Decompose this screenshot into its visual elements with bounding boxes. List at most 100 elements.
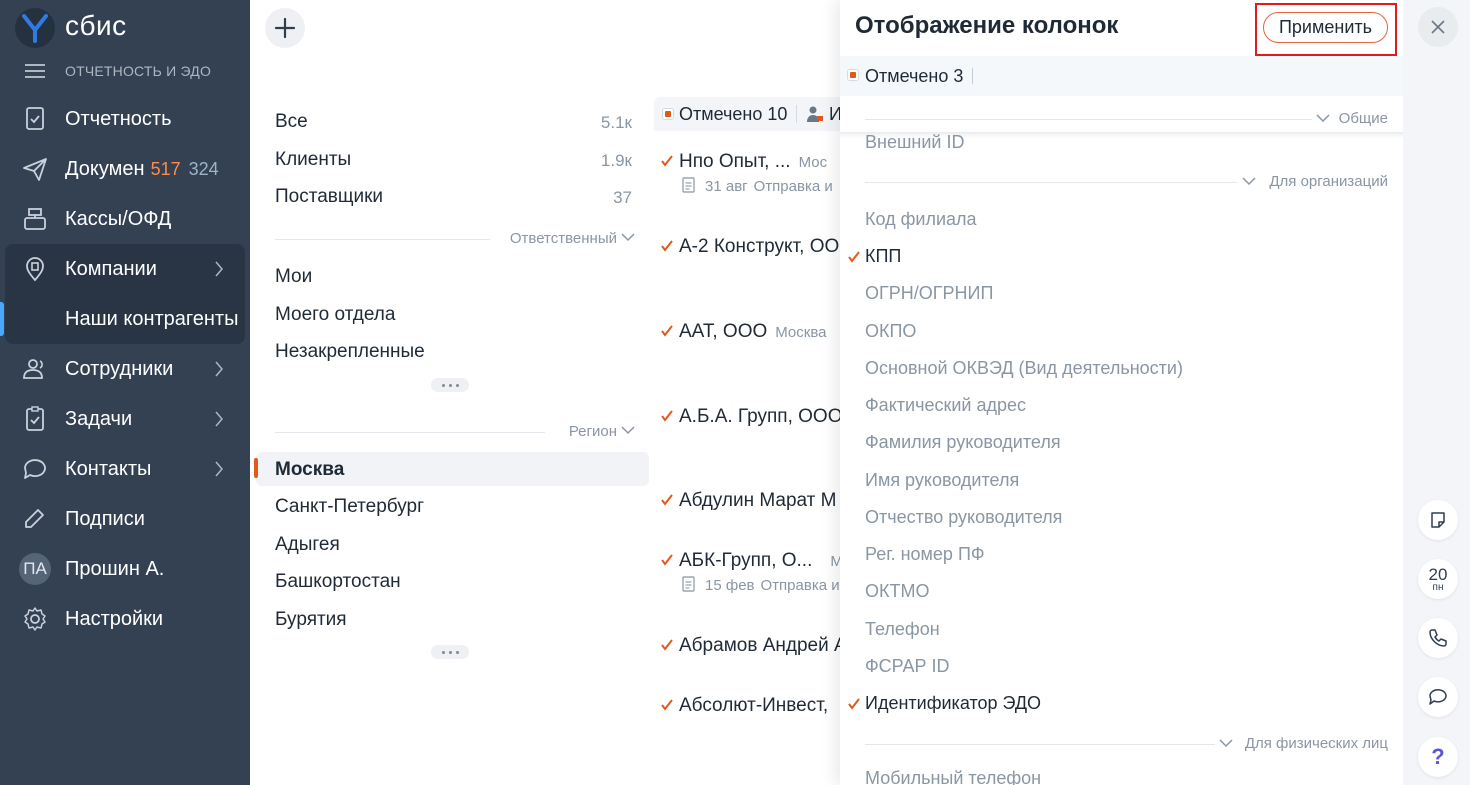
people-icon bbox=[23, 359, 43, 379]
filter-region-buryatia[interactable]: Бурятия bbox=[256, 602, 649, 636]
nav-item-companies[interactable]: Компании bbox=[5, 244, 245, 294]
column-item-edo-id[interactable]: Идентификатор ЭДО bbox=[865, 693, 1041, 714]
filter-region-adygea[interactable]: Адыгея bbox=[256, 527, 649, 561]
filter-all[interactable]: Все 5.1к bbox=[256, 104, 649, 138]
nav-item-reporting[interactable]: Отчетность bbox=[0, 94, 250, 144]
filter-mine[interactable]: Мои bbox=[256, 259, 649, 293]
filter-count: 37 bbox=[613, 188, 632, 207]
chevron-down-icon bbox=[1316, 114, 1330, 123]
row-name: Абсолют-Инвест, bbox=[679, 695, 829, 716]
column-item-head-surname[interactable]: Фамилия руководителя bbox=[865, 432, 1061, 453]
notes-button[interactable] bbox=[1418, 500, 1458, 540]
checkbox-checked-icon[interactable] bbox=[660, 638, 674, 652]
more-dots-icon[interactable] bbox=[431, 378, 469, 392]
apply-button[interactable]: Применить bbox=[1263, 12, 1388, 43]
nav-item-our-contractors[interactable]: Наши контрагенты bbox=[0, 294, 245, 344]
cash-register-icon bbox=[24, 208, 46, 230]
close-icon bbox=[1431, 20, 1445, 34]
filter-my-department[interactable]: Моего отдела bbox=[256, 297, 649, 331]
marked-checkbox[interactable] bbox=[847, 69, 859, 81]
calendar-button[interactable]: 20 пн bbox=[1418, 559, 1458, 599]
nav-item-documents[interactable]: Докумен 517 324 bbox=[0, 144, 250, 194]
checkbox-checked-icon[interactable] bbox=[660, 698, 674, 712]
person-lock-icon[interactable] bbox=[806, 105, 824, 123]
column-item-oktmo[interactable]: ОКТМО bbox=[865, 581, 929, 602]
list-row[interactable]: А.Б.А. Групп, ООО bbox=[654, 406, 844, 434]
group-region[interactable]: Регион bbox=[275, 422, 635, 442]
filter-unassigned[interactable]: Незакрепленные bbox=[256, 334, 649, 368]
group-individuals[interactable]: Для физических лиц bbox=[865, 734, 1388, 754]
menu-burger-icon[interactable] bbox=[25, 64, 45, 78]
sidebar: сбис ОТЧЕТНОСТЬ И ЭДО Отчетность Докумен… bbox=[0, 0, 250, 785]
checkbox-checked-icon[interactable] bbox=[660, 493, 674, 507]
marked-checkbox[interactable] bbox=[662, 108, 674, 120]
chevron-down-icon bbox=[1242, 177, 1256, 186]
filter-region-spb[interactable]: Санкт-Петербург bbox=[256, 489, 649, 523]
help-button[interactable]: ? bbox=[1418, 737, 1458, 777]
sbis-logo-icon[interactable] bbox=[15, 8, 55, 48]
column-item-head-name[interactable]: Имя руководителя bbox=[865, 470, 1019, 491]
column-item-okpo[interactable]: ОКПО bbox=[865, 321, 916, 342]
chat-icon bbox=[24, 459, 46, 479]
filter-label: Санкт-Петербург bbox=[275, 496, 425, 517]
column-item-ogrn[interactable]: ОГРН/ОГРНИП bbox=[865, 283, 993, 304]
filter-label: Поставщики bbox=[275, 186, 384, 207]
column-item-mobile-phone[interactable]: Мобильный телефон bbox=[865, 768, 1041, 785]
chat-button[interactable] bbox=[1418, 677, 1458, 717]
gear-icon bbox=[24, 607, 46, 631]
column-item-kpp[interactable]: КПП bbox=[865, 246, 901, 267]
column-item-pf-number[interactable]: Рег. номер ПФ bbox=[865, 544, 985, 565]
nav-item-tasks[interactable]: Задачи bbox=[0, 394, 250, 444]
nav-item-contacts[interactable]: Контакты bbox=[0, 444, 250, 494]
group-general[interactable]: Общие bbox=[865, 109, 1388, 129]
list-row[interactable]: А-2 Конструкт, ОО bbox=[654, 236, 844, 264]
checkbox-checked-icon[interactable] bbox=[660, 553, 674, 567]
row-status: 15 фев Отправка и bbox=[682, 576, 840, 594]
checkbox-checked-icon[interactable] bbox=[660, 409, 674, 423]
nav-item-cash[interactable]: Кассы/ОФД bbox=[0, 194, 250, 244]
column-item-phone[interactable]: Телефон bbox=[865, 619, 940, 640]
filter-label: Адыгея bbox=[275, 534, 340, 555]
chevron-right-icon[interactable] bbox=[214, 361, 224, 377]
nav-item-settings[interactable]: Настройки bbox=[0, 594, 250, 644]
more-dots-icon[interactable] bbox=[431, 645, 469, 659]
avatar: ПА bbox=[19, 553, 51, 585]
chevron-right-icon[interactable] bbox=[214, 461, 224, 477]
chevron-right-icon[interactable] bbox=[214, 411, 224, 427]
filter-clients[interactable]: Клиенты 1.9к bbox=[256, 142, 649, 176]
list-row[interactable]: Нпо Опыт, ... Мос 31 авг Отправка и bbox=[654, 151, 844, 203]
close-button[interactable] bbox=[1418, 7, 1458, 47]
checkbox-checked-icon[interactable] bbox=[660, 239, 674, 253]
group-responsible[interactable]: Ответственный bbox=[275, 229, 635, 249]
nav-item-employees[interactable]: Сотрудники bbox=[0, 344, 250, 394]
column-item-branch-code[interactable]: Код филиала bbox=[865, 209, 977, 230]
group-organizations[interactable]: Для организаций bbox=[865, 172, 1388, 192]
add-button[interactable] bbox=[265, 8, 305, 48]
row-name: ААТ, ООО Москва bbox=[679, 321, 827, 342]
list-row[interactable]: ААТ, ООО Москва bbox=[654, 321, 844, 349]
filter-suppliers[interactable]: Поставщики 37 bbox=[256, 179, 649, 213]
column-item-actual-address[interactable]: Фактический адрес bbox=[865, 395, 1026, 416]
column-item-okved[interactable]: Основной ОКВЭД (Вид деятельности) bbox=[865, 358, 1183, 379]
chevron-right-icon[interactable] bbox=[214, 261, 224, 277]
column-item-head-patronymic[interactable]: Отчество руководителя bbox=[865, 507, 1062, 528]
filter-region-moscow[interactable]: Москва bbox=[254, 452, 649, 486]
badge-new: 517 bbox=[150, 158, 181, 179]
list-row[interactable]: Абрамов Андрей А bbox=[654, 635, 844, 663]
checkbox-checked-icon[interactable] bbox=[660, 154, 674, 168]
filter-region-bashkortostan[interactable]: Башкортостан bbox=[256, 564, 649, 598]
nav-item-profile[interactable]: ПА Прошин А. bbox=[0, 544, 250, 594]
checkbox-checked-icon[interactable] bbox=[660, 324, 674, 338]
list-row[interactable]: Абдулин Марат М bbox=[654, 490, 844, 518]
list-row[interactable]: Абсолют-Инвест, bbox=[654, 695, 844, 723]
filter-count: 1.9к bbox=[600, 151, 632, 170]
checkbox-checked-icon[interactable] bbox=[847, 250, 861, 264]
phone-icon bbox=[1429, 629, 1447, 647]
nav-item-signatures[interactable]: Подписи bbox=[0, 494, 250, 544]
column-item-external-id[interactable]: Внешний ID bbox=[865, 132, 964, 153]
column-item-fsrar-id[interactable]: ФСРАР ID bbox=[865, 656, 950, 677]
section-label[interactable]: ОТЧЕТНОСТЬ И ЭДО bbox=[65, 63, 211, 79]
checkbox-checked-icon[interactable] bbox=[847, 697, 861, 711]
phone-button[interactable] bbox=[1418, 618, 1458, 658]
list-row[interactable]: АБК-Групп, О... М 15 фев Отправка и bbox=[654, 550, 844, 602]
